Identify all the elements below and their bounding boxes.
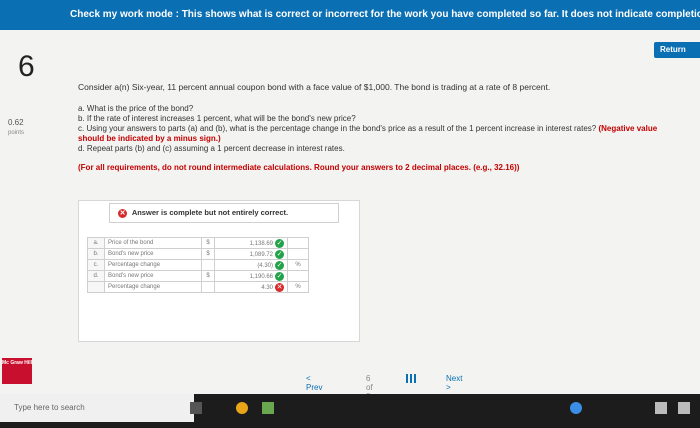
grid-view-icon[interactable] xyxy=(406,374,416,383)
answer-status-banner: ✕ Answer is complete but not entirely co… xyxy=(109,203,339,223)
answer-row: b. Bond's new price $1,089.72 ✓ xyxy=(87,248,309,260)
row-letter: c. xyxy=(87,259,105,271)
row-value-input[interactable]: 1,138.69 ✓ xyxy=(214,237,288,249)
answer-table: a. Price of the bond $1,138.69 ✓ b. Bond's ne… xyxy=(87,237,309,293)
row-unit: % xyxy=(287,281,309,293)
correct-check-icon: ✓ xyxy=(275,249,284,259)
row-value-input[interactable]: (4.30) ✓ xyxy=(214,259,288,271)
windows-taskbar: Type here to search xyxy=(0,394,700,428)
question-content: Consider a(n) Six-year, 11 percent annua… xyxy=(78,82,678,172)
points-label: points xyxy=(8,130,25,136)
row-value-input[interactable]: 1,190.66 ✓ xyxy=(214,270,288,282)
correct-check-icon: ✓ xyxy=(275,271,284,281)
row-letter xyxy=(87,281,105,293)
question-number: 6 xyxy=(18,50,35,83)
correct-check-icon: ✓ xyxy=(275,238,284,248)
row-unit xyxy=(287,237,309,249)
part-c: c. Using your answers to parts (a) and (… xyxy=(78,124,678,144)
answer-row: d. Bond's new price $1,190.66 ✓ xyxy=(87,270,309,282)
answer-row: Percentage change 4.30 ✕% xyxy=(87,281,309,293)
check-mode-banner: Check my work mode : This shows what is … xyxy=(0,0,700,30)
row-letter: b. xyxy=(87,248,105,260)
row-unit: % xyxy=(287,259,309,271)
answer-panel: ✕ Answer is complete but not entirely co… xyxy=(78,200,360,342)
points-indicator: 0.62 points xyxy=(8,118,24,138)
row-dollar: $ xyxy=(201,248,215,260)
row-label: Percentage change xyxy=(104,281,202,293)
part-c-text: c. Using your answers to parts (a) and (… xyxy=(78,124,597,133)
row-dollar xyxy=(201,281,215,293)
row-dollar xyxy=(201,259,215,271)
mcgraw-hill-logo: Mc Graw Hill xyxy=(2,358,32,384)
task-view-icon[interactable] xyxy=(190,402,202,414)
question-parts: a. What is the price of the bond? b. If … xyxy=(78,104,678,154)
points-value: 0.62 xyxy=(8,118,24,127)
return-button[interactable]: Return xyxy=(654,42,700,58)
system-tray-icon[interactable] xyxy=(570,402,582,414)
row-letter: d. xyxy=(87,270,105,282)
taskbar-search-input[interactable]: Type here to search xyxy=(0,394,194,422)
row-label: Percentage change xyxy=(104,259,202,271)
correct-check-icon: ✓ xyxy=(275,260,284,270)
row-unit xyxy=(287,270,309,282)
incorrect-icon: ✕ xyxy=(118,208,127,218)
incorrect-x-icon: ✕ xyxy=(275,282,284,292)
answer-row: a. Price of the bond $1,138.69 ✓ xyxy=(87,237,309,249)
row-value-input[interactable]: 1,089.72 ✓ xyxy=(214,248,288,260)
file-explorer-icon[interactable] xyxy=(262,402,274,414)
prev-button[interactable]: < Prev xyxy=(306,374,322,392)
row-value-input[interactable]: 4.30 ✕ xyxy=(214,281,288,293)
row-letter: a. xyxy=(87,237,105,249)
row-label: Bond's new price xyxy=(104,248,202,260)
part-a: a. What is the price of the bond? xyxy=(78,104,194,113)
question-prompt: Consider a(n) Six-year, 11 percent annua… xyxy=(78,82,551,92)
row-dollar: $ xyxy=(201,237,215,249)
next-button[interactable]: Next > xyxy=(446,374,462,392)
chrome-icon[interactable] xyxy=(236,402,248,414)
volume-icon[interactable] xyxy=(678,402,690,414)
part-b: b. If the rate of interest increases 1 p… xyxy=(78,114,356,123)
row-dollar: $ xyxy=(201,270,215,282)
row-unit xyxy=(287,248,309,260)
answer-row: c. Percentage change (4.30) ✓% xyxy=(87,259,309,271)
part-d: d. Repeat parts (b) and (c) assuming a 1… xyxy=(78,144,345,153)
network-icon[interactable] xyxy=(655,402,667,414)
banner-text: Check my work mode : This shows what is … xyxy=(70,9,700,20)
row-label: Price of the bond xyxy=(104,237,202,249)
row-label: Bond's new price xyxy=(104,270,202,282)
rounding-instructions: (For all requirements, do not round inte… xyxy=(78,163,520,172)
answer-status-text: Answer is complete but not entirely corr… xyxy=(131,208,289,217)
